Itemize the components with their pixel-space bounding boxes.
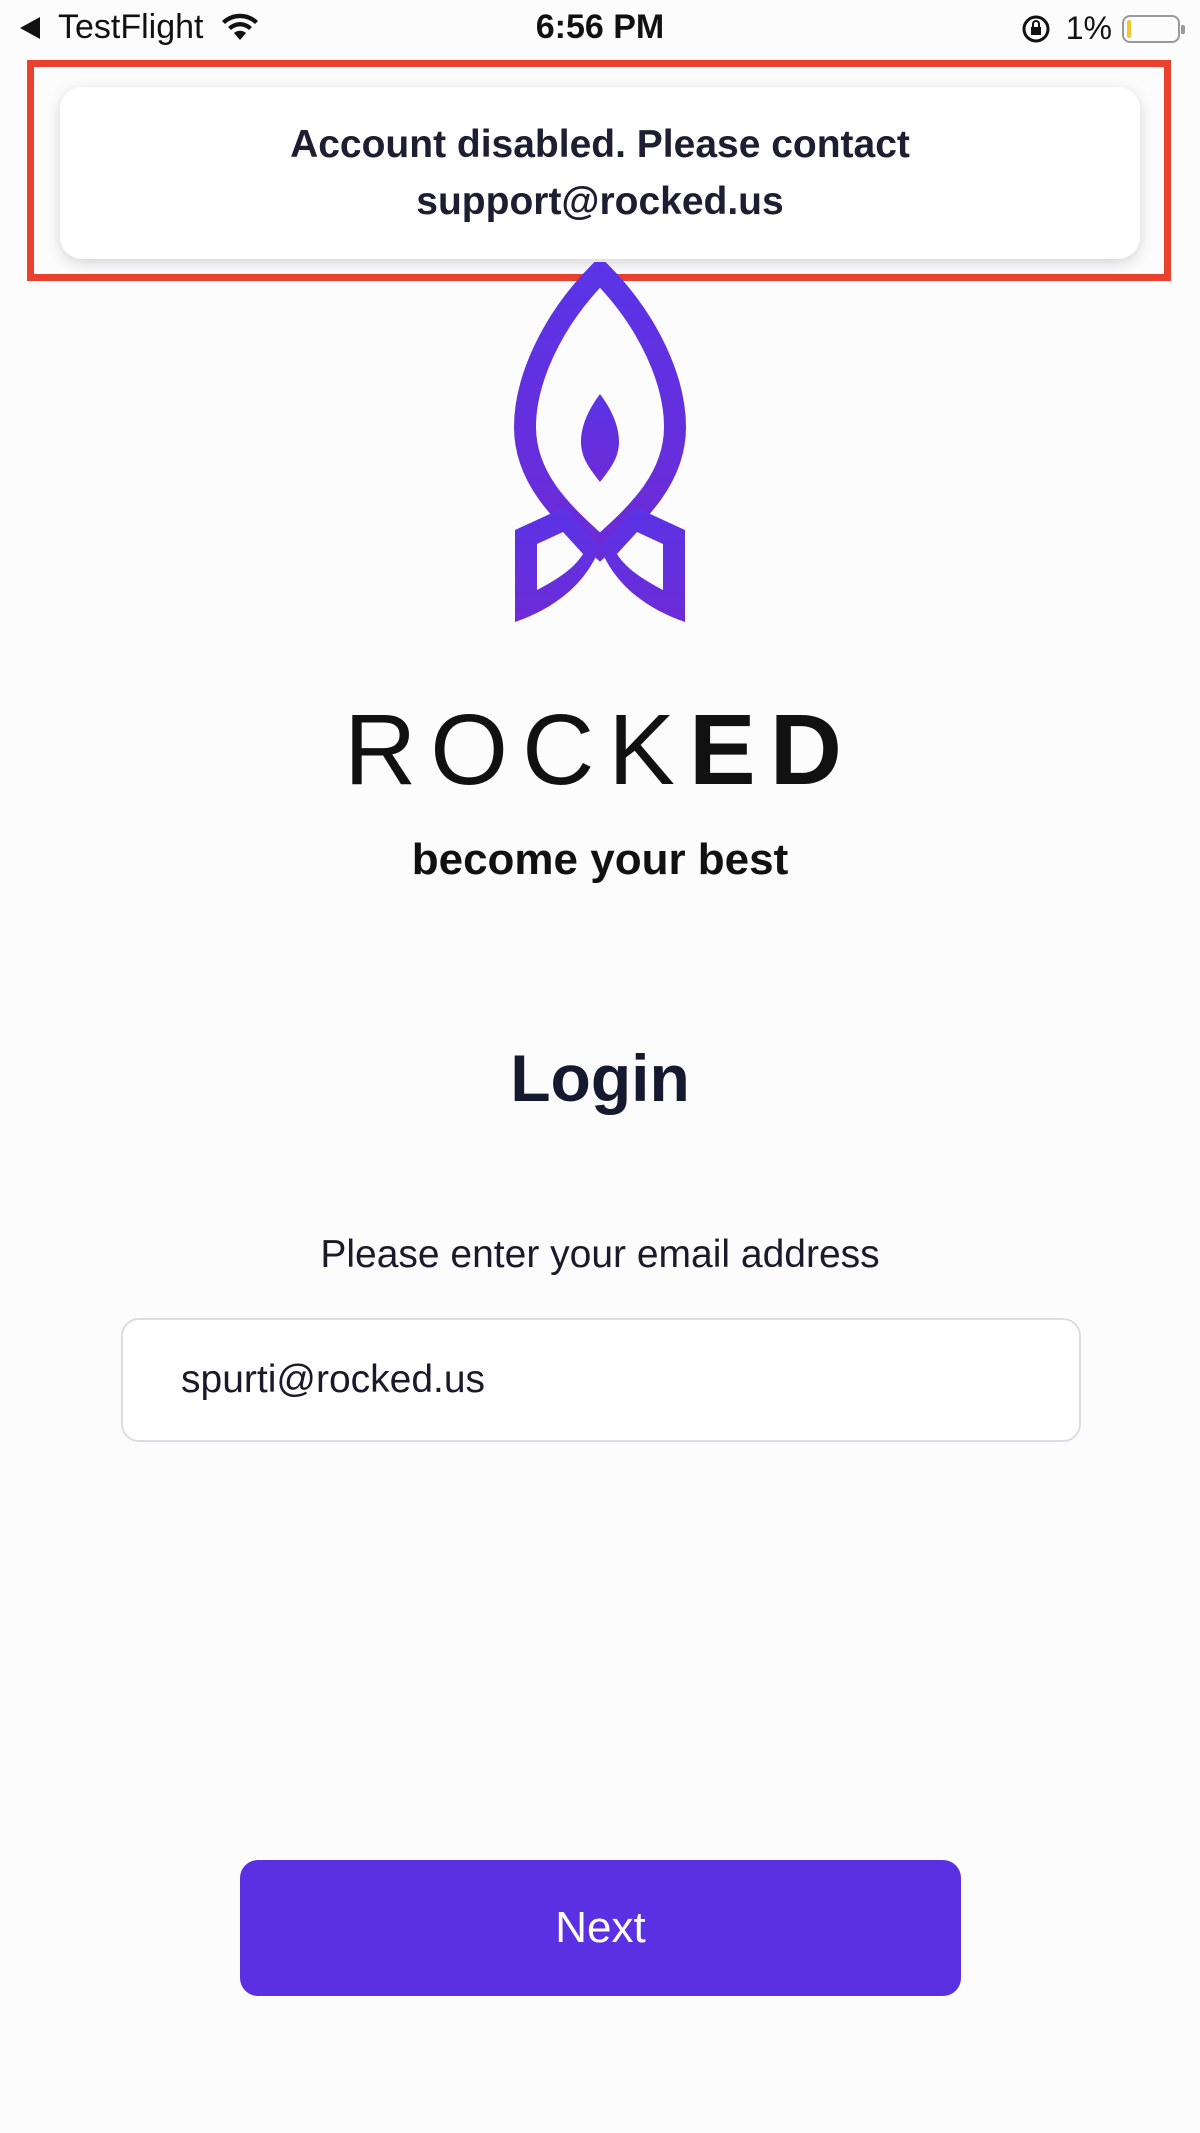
rocket-logo-icon [513, 262, 687, 622]
status-right: 1% [1020, 10, 1185, 47]
brand-tagline: become your best [411, 835, 789, 884]
status-bar: TestFlight 6:56 PM 1% [0, 0, 1200, 60]
email-prompt-label: Please enter your email address [320, 1233, 880, 1276]
brand-wordmark: ROCKED [0, 695, 1200, 805]
brand-name-light: ROCK [344, 694, 689, 806]
page-title: Login [510, 1041, 690, 1115]
email-field[interactable] [121, 1318, 1081, 1442]
rotation-lock-icon [1022, 15, 1050, 42]
login-screen: TestFlight 6:56 PM 1% Account disabled. … [0, 0, 1200, 2133]
brand-name-bold: ED [689, 694, 856, 806]
next-button[interactable]: Next [240, 1860, 961, 1996]
battery-percent: 1% [1065, 10, 1112, 46]
toast-message: Account disabled. Please contact support… [290, 123, 910, 223]
battery-icon [1122, 14, 1185, 43]
error-toast[interactable]: Account disabled. Please contact support… [60, 87, 1140, 259]
